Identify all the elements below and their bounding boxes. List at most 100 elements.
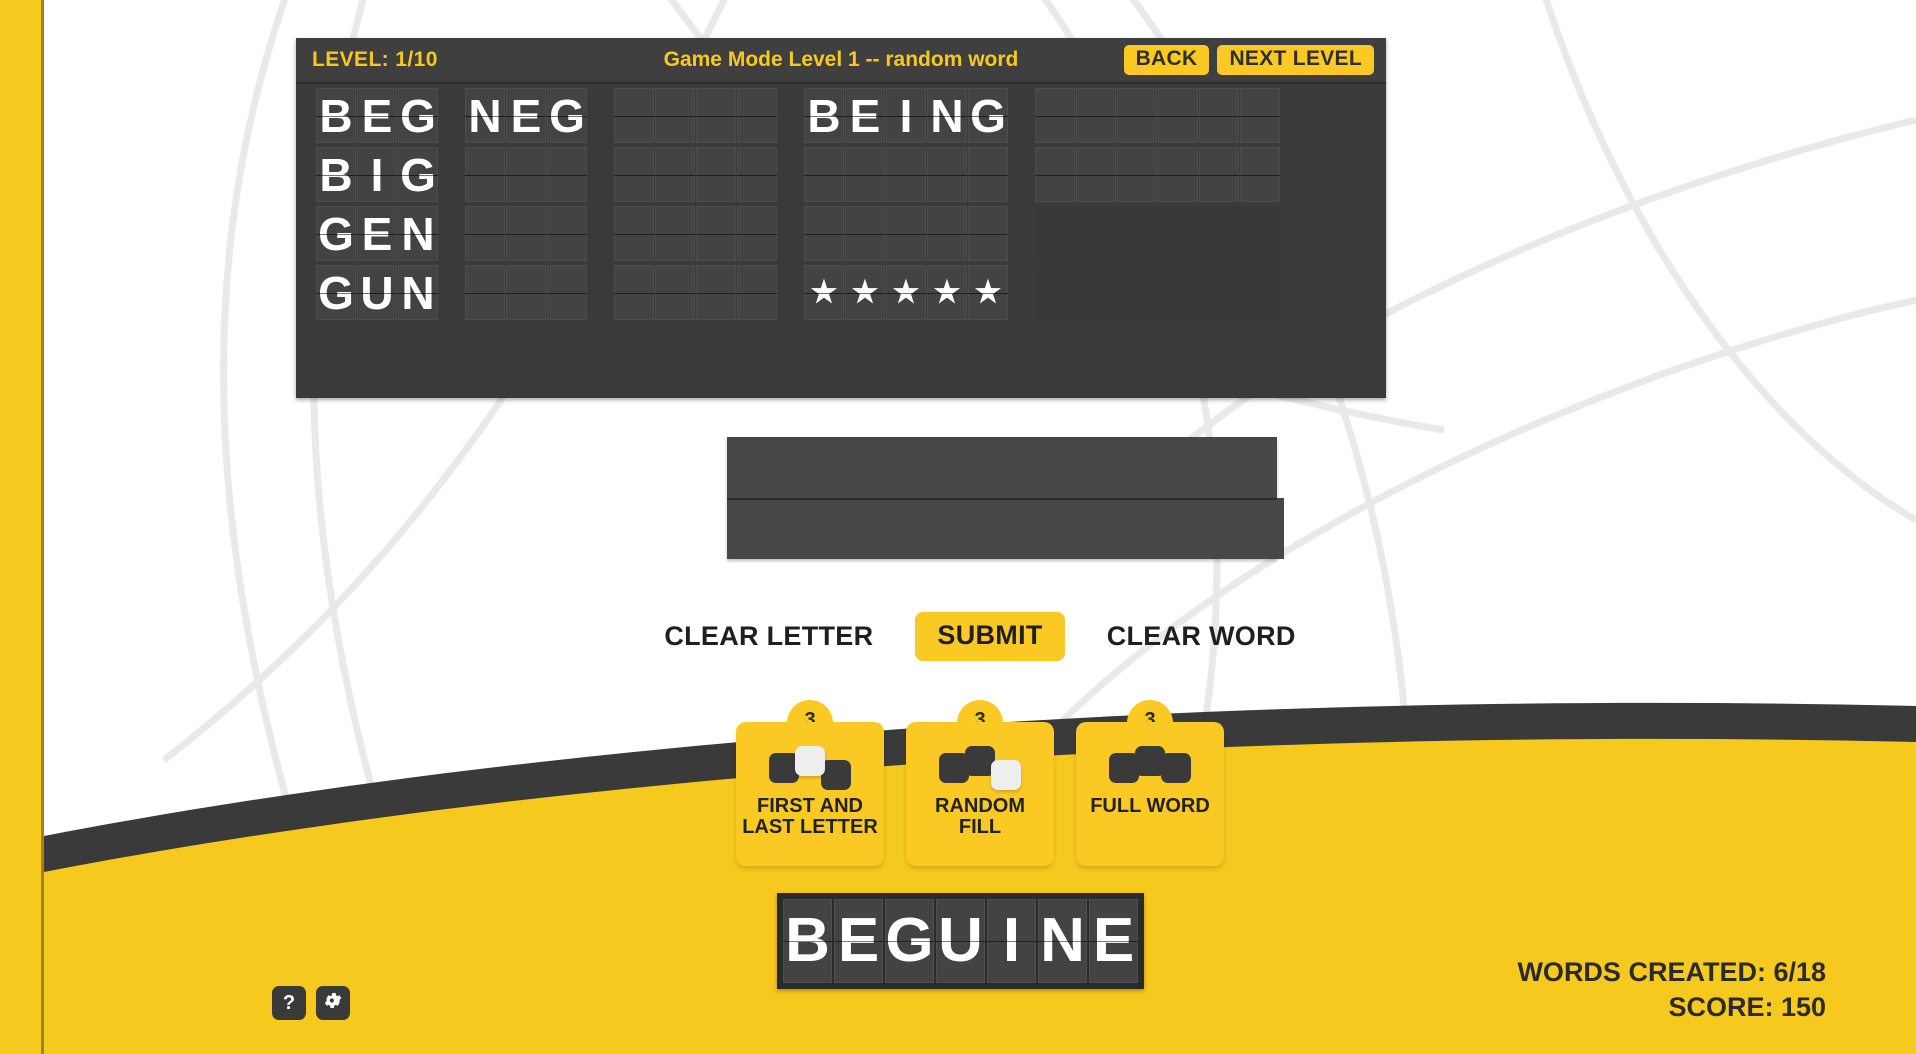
score-label: SCORE: 150 <box>1668 992 1826 1023</box>
grid-group <box>1035 88 1281 143</box>
letter-tile: G <box>398 88 438 143</box>
letter-tile: G <box>398 147 438 202</box>
input-panel-top <box>727 437 1277 498</box>
letter-tile: ★ <box>886 265 926 320</box>
empty-tile <box>506 265 546 320</box>
empty-tile <box>886 147 926 202</box>
empty-tile <box>1035 147 1075 202</box>
word-display-tile: U <box>936 899 985 983</box>
empty-tile <box>465 206 505 261</box>
letter-tile: E <box>506 88 546 143</box>
powerup-label: FIRST AND LAST LETTER <box>742 795 878 838</box>
word-display-tile: E <box>834 899 883 983</box>
question-mark-icon: ? <box>282 991 296 1014</box>
letter-tile: B <box>316 88 356 143</box>
current-word-display: BEGUINE <box>777 893 1144 989</box>
letter-grid: B E G N E G B E I N G B I G G E N G U N ★ ★ ★ ★ ★ <box>296 84 1386 322</box>
empty-tile <box>1076 88 1116 143</box>
empty-tile <box>1117 147 1157 202</box>
empty-tile <box>737 206 777 261</box>
empty-tile <box>1076 147 1116 202</box>
letter-tile: N <box>465 88 505 143</box>
letter-tile: N <box>398 265 438 320</box>
submit-button[interactable]: SUBMIT <box>915 612 1065 661</box>
empty-tile <box>927 147 967 202</box>
powerup-card[interactable]: 3 FULL WORD <box>1076 700 1224 866</box>
header-buttons: BACK NEXT LEVEL <box>1123 44 1374 76</box>
grid-group: ★ ★ ★ ★ ★ <box>804 265 1009 320</box>
letter-tile: B <box>316 147 356 202</box>
grid-group: BIG <box>316 147 439 202</box>
empty-tile <box>1158 88 1198 143</box>
action-buttons: CLEAR LETTER SUBMIT CLEAR WORD <box>44 612 1916 661</box>
empty-tile <box>655 147 695 202</box>
powerup-label: RANDOM FILL <box>935 795 1025 838</box>
grid-group <box>1035 265 1281 322</box>
empty-tile <box>968 206 1008 261</box>
grid-group <box>614 265 778 320</box>
grid-group <box>804 147 1009 202</box>
word-input-panel[interactable] <box>727 437 1284 559</box>
empty-tile <box>655 88 695 143</box>
powerup-card[interactable]: 3 RANDOM FILL <box>906 700 1054 866</box>
word-board: LEVEL: 1/10 Game Mode Level 1 -- random … <box>296 38 1386 398</box>
full-word-icon <box>1082 746 1218 788</box>
word-display-tile: B <box>783 899 832 983</box>
empty-tile <box>1199 88 1239 143</box>
letter-tile: ★ <box>804 265 844 320</box>
empty-tile <box>804 147 844 202</box>
grid-group <box>465 147 588 202</box>
empty-tile <box>845 206 885 261</box>
grid-group: BEG <box>316 88 439 143</box>
letter-tile: ★ <box>845 265 885 320</box>
empty-tile <box>696 265 736 320</box>
powerup-body: RANDOM FILL <box>906 722 1054 866</box>
letter-tile: E <box>845 88 885 143</box>
app-frame: LEVEL: 1/10 Game Mode Level 1 -- random … <box>0 0 1916 1054</box>
grid-group <box>465 265 588 320</box>
empty-tile <box>1240 88 1280 143</box>
grid-group <box>465 206 588 261</box>
clear-letter-button[interactable]: CLEAR LETTER <box>658 617 879 656</box>
empty-tile <box>1240 147 1280 202</box>
empty-tile <box>614 206 654 261</box>
empty-tile <box>465 147 505 202</box>
powerup-icon-tile <box>821 760 851 790</box>
back-button[interactable]: BACK <box>1123 44 1210 76</box>
word-display-tile: N <box>1038 899 1087 983</box>
settings-button[interactable] <box>316 986 350 1020</box>
powerup-icon-tile <box>795 746 825 776</box>
grid-group: GUN <box>316 265 439 320</box>
grid-group <box>1035 147 1281 202</box>
empty-tile <box>968 147 1008 202</box>
powerup-card[interactable]: 3 FIRST AND LAST LETTER <box>736 700 884 866</box>
empty-tile <box>465 265 505 320</box>
random-fill-icon <box>912 746 1048 790</box>
empty-tile <box>927 206 967 261</box>
letter-tile: G <box>316 206 356 261</box>
empty-tile <box>1158 147 1198 202</box>
letter-tile: ★ <box>927 265 967 320</box>
clear-word-button[interactable]: CLEAR WORD <box>1101 617 1302 656</box>
powerup-body: FIRST AND LAST LETTER <box>736 722 884 866</box>
next-level-button[interactable]: NEXT LEVEL <box>1217 44 1374 76</box>
letter-tile: G <box>547 88 587 143</box>
empty-tile <box>696 147 736 202</box>
powerup-body: FULL WORD <box>1076 722 1224 866</box>
empty-tile <box>506 147 546 202</box>
empty-tile <box>737 88 777 143</box>
corner-buttons: ? <box>272 986 350 1020</box>
stats-panel: WORDS CREATED: 6/18 SCORE: 150 <box>1517 955 1826 1025</box>
empty-tile <box>737 265 777 320</box>
empty-tile <box>547 206 587 261</box>
empty-tile <box>886 206 926 261</box>
empty-tile <box>845 147 885 202</box>
input-panel-bottom <box>727 498 1284 559</box>
grid-group <box>804 206 1009 261</box>
board-header: LEVEL: 1/10 Game Mode Level 1 -- random … <box>296 38 1386 84</box>
word-display-tile: E <box>1089 899 1138 983</box>
grid-row: BEGNEGBEING <box>316 88 1386 145</box>
letter-tile: U <box>357 265 397 320</box>
help-button[interactable]: ? <box>272 986 306 1020</box>
powerup-list: 3 FIRST AND LAST LETTER 3 RANDOM FILL 3 FULL … <box>44 700 1916 866</box>
